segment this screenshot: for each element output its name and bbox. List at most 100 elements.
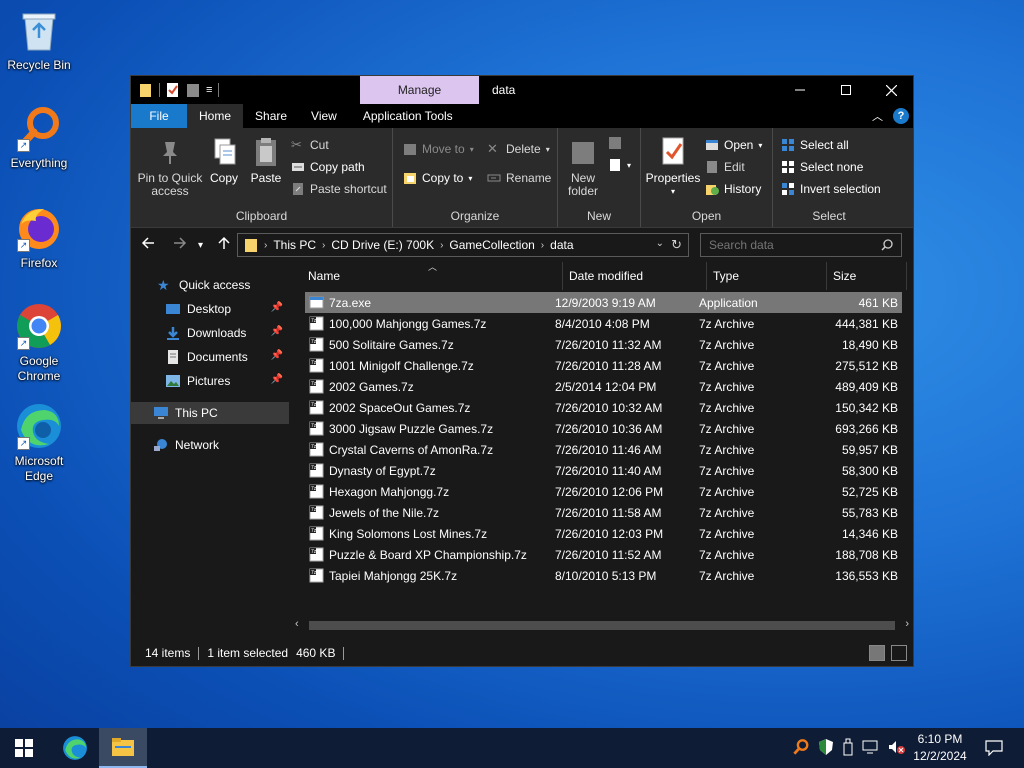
taskbar-clock[interactable]: 6:10 PM 12/2/2024	[900, 731, 980, 765]
file-row[interactable]: 7z King Solomons Lost Mines.7z 7/26/2010 1…	[305, 523, 902, 544]
new-item-button[interactable]	[608, 136, 622, 150]
nav-this-pc[interactable]: This PC	[131, 402, 289, 424]
breadcrumb-this-pc[interactable]: This PC	[273, 238, 316, 252]
usb-drive-icon[interactable]	[842, 738, 854, 759]
file-row[interactable]: 7z 1001 Minigolf Challenge.7z 7/26/2010 11…	[305, 355, 902, 376]
column-header-size[interactable]: Size	[833, 269, 856, 283]
desktop-icon-everything[interactable]: ↗ Everything	[2, 104, 76, 171]
forward-button[interactable]	[173, 236, 187, 254]
tab-application-tools[interactable]: Application Tools	[348, 104, 467, 128]
notifications-button[interactable]	[970, 728, 1018, 768]
file-row[interactable]: 7z 3000 Jigsaw Puzzle Games.7z 7/26/2010 1…	[305, 418, 902, 439]
tab-file[interactable]: File	[131, 104, 187, 128]
scroll-right-icon[interactable]: ›	[905, 618, 909, 630]
file-row[interactable]: 7z Hexagon Mahjongg.7z 7/26/2010 12:06 PM 7…	[305, 481, 902, 502]
help-icon[interactable]: ?	[893, 108, 909, 124]
cut-button[interactable]: ✂ Cut	[291, 138, 329, 153]
column-header-type[interactable]: Type	[713, 269, 739, 283]
address-dropdown-icon[interactable]: ⌄	[656, 238, 664, 249]
details-view-icon[interactable]	[869, 645, 885, 661]
new-folder-button[interactable]: New folder	[564, 136, 602, 198]
search-icon[interactable]	[881, 239, 893, 251]
column-divider[interactable]	[562, 262, 563, 290]
scrollbar-thumb[interactable]	[309, 621, 895, 630]
properties-button[interactable]: Properties ▾	[645, 136, 701, 198]
copy-button[interactable]: Copy	[207, 136, 241, 185]
breadcrumb-game-collection[interactable]: GameCollection	[449, 238, 534, 252]
file-row[interactable]: 7z Dynasty of Egypt.7z 7/26/2010 11:40 AM 7…	[305, 460, 902, 481]
search-input[interactable]	[709, 238, 869, 252]
new-folder-icon[interactable]	[186, 82, 200, 98]
column-divider[interactable]	[906, 262, 907, 290]
file-name: Dynasty of Egypt.7z	[329, 464, 436, 478]
back-button[interactable]	[141, 236, 155, 254]
nav-downloads[interactable]: Downloads 📌	[131, 322, 289, 344]
up-button[interactable]	[217, 236, 231, 254]
file-row[interactable]: 7z 100,000 Mahjongg Games.7z 8/4/2010 4:08…	[305, 313, 902, 334]
horizontal-scrollbar[interactable]: ‹ ›	[291, 618, 913, 632]
customize-toolbar-icon[interactable]: ≡	[206, 84, 212, 96]
nav-desktop[interactable]: Desktop 📌	[131, 298, 289, 320]
desktop-icon-edge[interactable]: ↗ Microsoft Edge	[2, 402, 76, 484]
select-none-button[interactable]: Select none	[781, 160, 863, 174]
delete-button[interactable]: ✕ Delete ▾	[487, 142, 550, 157]
rename-button[interactable]: Rename	[487, 171, 551, 185]
select-all-button[interactable]: Select all	[781, 138, 849, 152]
file-row[interactable]: 7z 2002 Games.7z 2/5/2014 12:04 PM 7z Archi…	[305, 376, 902, 397]
edit-button[interactable]: Edit	[705, 160, 745, 174]
copy-to-button[interactable]: Copy to ▾	[403, 171, 472, 185]
file-row[interactable]: 7za.exe 12/9/2003 9:19 AM Application 461 K…	[305, 292, 902, 313]
paste-shortcut-button[interactable]: Paste shortcut	[291, 182, 387, 196]
move-to-button[interactable]: Move to ▾	[403, 142, 474, 156]
file-row[interactable]: 7z Tapiei Mahjongg 25K.7z 8/10/2010 5:13 P…	[305, 565, 902, 586]
copy-path-button[interactable]: Copy path	[291, 160, 365, 174]
history-button[interactable]: History	[705, 182, 761, 196]
file-row[interactable]: 7z 2002 SpaceOut Games.7z 7/26/2010 10:32 …	[305, 397, 902, 418]
properties-icon[interactable]	[166, 82, 180, 98]
file-row[interactable]: 7z Crystal Caverns of AmonRa.7z 7/26/2010 …	[305, 439, 902, 460]
everything-tray-icon[interactable]	[792, 738, 810, 759]
desktop-icon-chrome[interactable]: ↗ Google Chrome	[2, 302, 76, 384]
file-explorer-window: ≡ Manage data File Home Share View Appli…	[130, 75, 914, 667]
taskbar-edge-button[interactable]	[51, 728, 99, 768]
nav-network[interactable]: Network	[131, 434, 289, 456]
large-icons-view-icon[interactable]	[891, 645, 907, 661]
column-header-date[interactable]: Date modified	[569, 269, 643, 283]
column-header-name[interactable]: Name	[308, 269, 340, 283]
easy-access-button[interactable]: ▾	[608, 158, 631, 172]
tab-share[interactable]: Share	[243, 104, 299, 128]
scroll-left-icon[interactable]: ‹	[295, 618, 299, 630]
invert-selection-button[interactable]: Invert selection	[781, 182, 881, 196]
file-row[interactable]: 7z Puzzle & Board XP Championship.7z 7/26/…	[305, 544, 902, 565]
collapse-ribbon-icon[interactable]: ︿	[872, 108, 883, 124]
desktop-icon-firefox[interactable]: ↗ Firefox	[2, 204, 76, 271]
pin-to-quick-access-button[interactable]: Pin to Quick access	[137, 136, 203, 198]
breadcrumb-cd-drive[interactable]: CD Drive (E:) 700K	[331, 238, 434, 252]
refresh-icon[interactable]: ↻	[671, 237, 682, 253]
file-row[interactable]: 7z 500 Solitaire Games.7z 7/26/2010 11:32 …	[305, 334, 902, 355]
open-button[interactable]: Open ▾	[705, 138, 762, 152]
close-button[interactable]	[868, 76, 914, 104]
security-shield-icon[interactable]	[818, 738, 834, 759]
search-box[interactable]	[700, 233, 902, 257]
breadcrumb-data[interactable]: data	[550, 238, 573, 252]
nav-pictures[interactable]: Pictures 📌	[131, 370, 289, 392]
address-bar[interactable]: › This PC › CD Drive (E:) 700K › GameCol…	[237, 233, 689, 257]
nav-quick-access[interactable]: ★ Quick access	[131, 274, 289, 296]
start-button[interactable]	[0, 728, 48, 768]
tab-home[interactable]: Home	[187, 104, 244, 128]
recent-locations-button[interactable]: ▾	[198, 238, 203, 254]
tab-view[interactable]: View	[299, 104, 349, 128]
column-divider[interactable]	[706, 262, 707, 290]
desktop-icon-label: Everything	[10, 156, 68, 170]
minimize-button[interactable]	[777, 76, 823, 104]
maximize-button[interactable]	[823, 76, 869, 104]
column-divider[interactable]	[826, 262, 827, 290]
file-row[interactable]: 7z Jewels of the Nile.7z 7/26/2010 11:58 A…	[305, 502, 902, 523]
nav-documents[interactable]: Documents 📌	[131, 346, 289, 368]
desktop-icon-recycle-bin[interactable]: Recycle Bin	[2, 6, 76, 73]
network-tray-icon[interactable]	[862, 739, 880, 758]
manage-context-tab[interactable]: Manage	[360, 76, 479, 104]
taskbar-file-explorer-button[interactable]	[99, 728, 147, 768]
paste-button[interactable]: Paste	[247, 136, 285, 185]
